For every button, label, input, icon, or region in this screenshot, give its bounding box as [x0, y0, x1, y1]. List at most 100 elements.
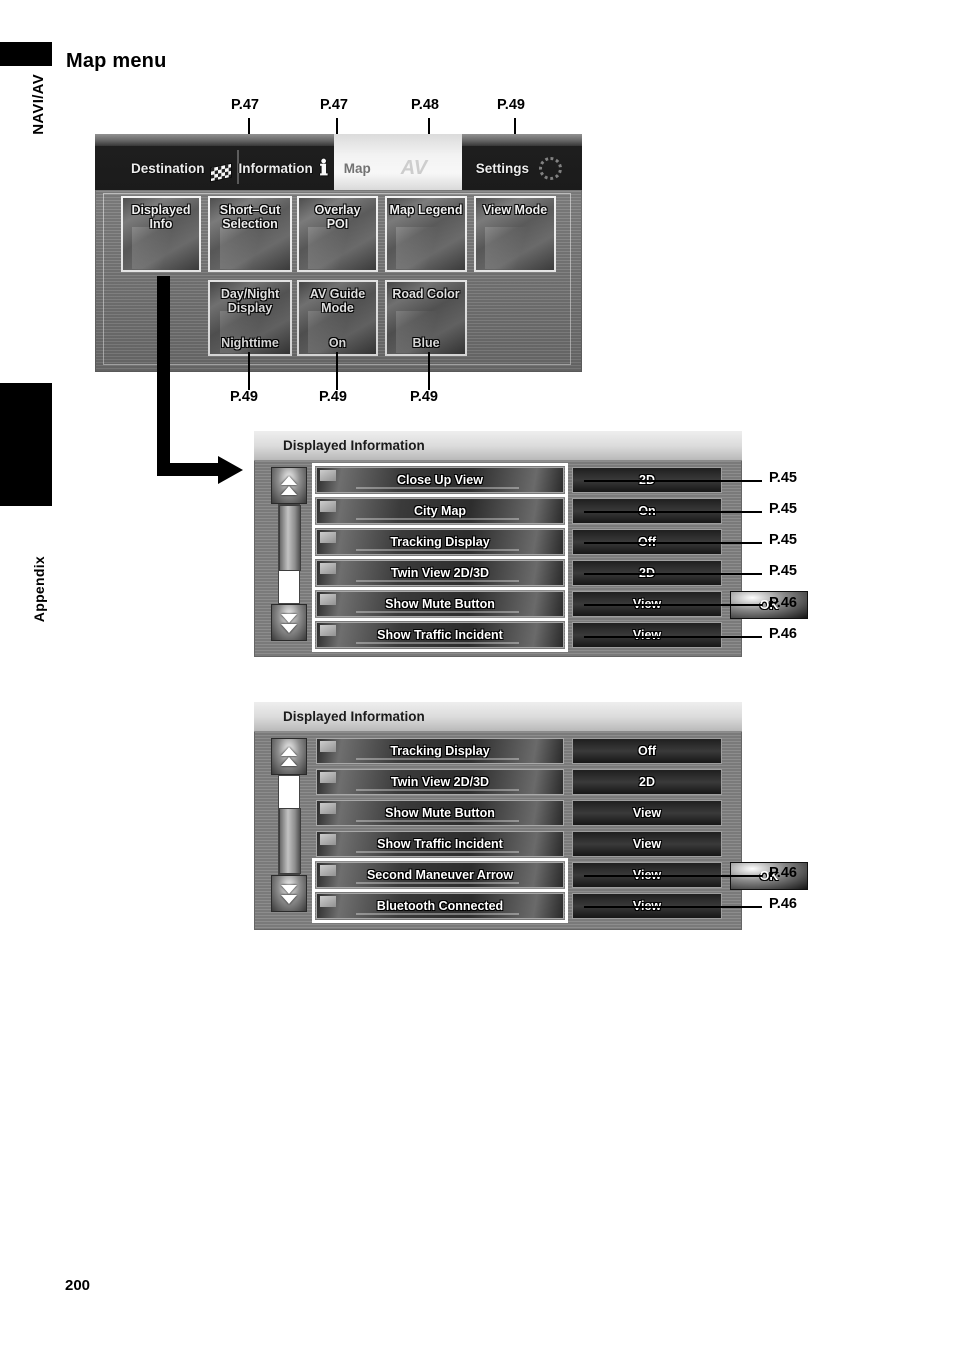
table-row[interactable]: Show Traffic Incident View	[316, 831, 736, 857]
scrollbar-thumb[interactable]	[279, 505, 301, 571]
menu-button-map-legend-line1: Map Legend	[389, 203, 463, 217]
edge-tab-appendix	[0, 383, 52, 506]
edge-tab-label-navi-av: NAVI/AV	[30, 74, 47, 135]
dialog-displayed-information-1: Displayed Information Close Up View 2D C…	[254, 431, 808, 657]
menu-button-av-guide-mode-line2: Mode	[321, 301, 354, 315]
row-label[interactable]: Twin View 2D/3D	[316, 769, 564, 795]
dialog1-row-list: Close Up View 2D City Map On Tracking Di…	[312, 463, 808, 653]
leader-line-d1-5	[584, 604, 762, 606]
row-label[interactable]: Show Mute Button	[316, 800, 564, 826]
scroll-up-button[interactable]	[271, 738, 307, 775]
scrollbar-track[interactable]	[278, 775, 301, 875]
chevron-down-icon	[281, 613, 297, 623]
nav-tab-bar: Destination Information ℹ Map AV Setting…	[95, 134, 582, 190]
menu-button-view-mode-line1: View Mode	[482, 203, 548, 217]
table-row[interactable]: Twin View 2D/3D 2D	[316, 769, 736, 795]
scroll-down-button[interactable]	[271, 604, 307, 641]
dialog1-title: Displayed Information	[254, 431, 742, 461]
row-label[interactable]: Show Traffic Incident	[312, 618, 568, 652]
row-value[interactable]: View	[572, 831, 722, 857]
scroll-up-button[interactable]	[271, 467, 307, 504]
dialog1-scrollbar[interactable]	[271, 467, 307, 641]
menu-button-overlay-poi[interactable]: Overlay POI	[297, 196, 378, 272]
dialog-displayed-information-2: Displayed Information Tracking Display O…	[254, 702, 808, 930]
flow-arrow-horizontal	[157, 463, 224, 476]
row-value[interactable]: Off	[572, 738, 722, 764]
chevron-down-icon	[281, 623, 297, 633]
callout-ref-top-4: P.49	[497, 97, 525, 113]
row-label[interactable]: Show Mute Button	[312, 587, 568, 621]
tab-map[interactable]: Map AV	[333, 134, 462, 190]
callout-ref-d1-4: P.45	[769, 563, 797, 579]
callout-ref-top-2: P.47	[320, 97, 348, 113]
dialog2-scrollbar[interactable]	[271, 738, 307, 912]
leader-line-d1-6	[584, 636, 762, 638]
chevron-up-icon	[281, 746, 297, 756]
leader-line-d2-1	[584, 875, 762, 877]
leader-line-d1-1	[584, 480, 762, 482]
row-value[interactable]: View	[572, 622, 722, 648]
menu-button-displayed-info-line1: Displayed	[131, 203, 191, 217]
chevron-up-icon	[281, 756, 297, 766]
row-label[interactable]: City Map	[312, 494, 568, 528]
tab-information-label: Information	[238, 160, 313, 176]
callout-ref-d2-2: P.46	[769, 896, 797, 912]
menu-button-av-guide-mode[interactable]: AV Guide Mode On	[297, 280, 378, 356]
av-icon: AV	[400, 156, 428, 179]
menu-button-day-night-display-line2: Display	[227, 301, 273, 315]
dialog2-row-list: Tracking Display Off Twin View 2D/3D 2D …	[312, 736, 808, 926]
callout-ref-bottom-2: P.49	[319, 389, 347, 405]
menu-button-road-color[interactable]: Road Color Blue	[385, 280, 467, 356]
chevron-up-icon	[281, 475, 297, 485]
row-value[interactable]: View	[572, 800, 722, 826]
tab-information[interactable]: Information ℹ	[239, 134, 334, 190]
chevron-up-icon	[281, 485, 297, 495]
edge-tab-label-appendix: Appendix	[31, 556, 47, 623]
leader-line-bottom-3	[428, 352, 430, 390]
menu-button-displayed-info-line2: Info	[149, 217, 173, 231]
menu-button-short-cut-selection-line2: Selection	[222, 217, 278, 231]
menu-button-av-guide-mode-value: On	[328, 336, 347, 350]
row-label[interactable]: Second Maneuver Arrow	[312, 858, 568, 892]
menu-button-road-color-value: Blue	[412, 336, 440, 350]
row-label[interactable]: Tracking Display	[312, 525, 568, 559]
flow-arrow-vertical	[157, 276, 170, 476]
info-icon: ℹ	[319, 155, 328, 180]
row-label[interactable]: Show Traffic Incident	[316, 831, 564, 857]
row-label[interactable]: Bluetooth Connected	[312, 889, 568, 923]
callout-ref-d1-6: P.46	[769, 626, 797, 642]
dialog2-title: Displayed Information	[254, 702, 742, 732]
callout-ref-d1-5: P.46	[769, 595, 797, 611]
callout-ref-bottom-3: P.49	[410, 389, 438, 405]
callout-ref-d1-3: P.45	[769, 532, 797, 548]
dialog2-body: Tracking Display Off Twin View 2D/3D 2D …	[254, 732, 808, 930]
table-row[interactable]: Tracking Display Off	[316, 738, 736, 764]
leader-line-d1-3	[584, 542, 762, 544]
tab-settings[interactable]: Settings	[462, 134, 568, 190]
callout-ref-d1-1: P.45	[769, 470, 797, 486]
scrollbar-track[interactable]	[278, 504, 301, 604]
menu-button-overlay-poi-line2: POI	[326, 217, 349, 231]
menu-button-short-cut-selection[interactable]: Short–Cut Selection	[208, 196, 292, 272]
page-number: 200	[65, 1277, 91, 1294]
chevron-down-icon	[281, 884, 297, 894]
leader-line-d1-2	[584, 511, 762, 513]
dialog1-body: Close Up View 2D City Map On Tracking Di…	[254, 461, 808, 657]
menu-button-day-night-display[interactable]: Day/Night Display Nighttime	[208, 280, 292, 356]
row-label[interactable]: Close Up View	[312, 463, 568, 497]
row-value[interactable]: 2D	[572, 769, 722, 795]
row-label[interactable]: Tracking Display	[316, 738, 564, 764]
callout-ref-d2-1: P.46	[769, 865, 797, 881]
tab-map-label: Map	[343, 160, 371, 176]
table-row[interactable]: Show Mute Button View	[316, 800, 736, 826]
scroll-down-button[interactable]	[271, 875, 307, 912]
row-label[interactable]: Twin View 2D/3D	[312, 556, 568, 590]
edge-tab-navi-av	[0, 42, 52, 66]
menu-button-view-mode[interactable]: View Mode	[474, 196, 556, 272]
tab-destination[interactable]: Destination	[95, 134, 237, 190]
menu-button-map-legend[interactable]: Map Legend	[385, 196, 467, 272]
scrollbar-thumb[interactable]	[279, 808, 301, 874]
menu-button-displayed-info[interactable]: Displayed Info	[121, 196, 201, 272]
table-row[interactable]: Show Traffic Incident View	[312, 618, 736, 652]
chevron-down-icon	[281, 894, 297, 904]
